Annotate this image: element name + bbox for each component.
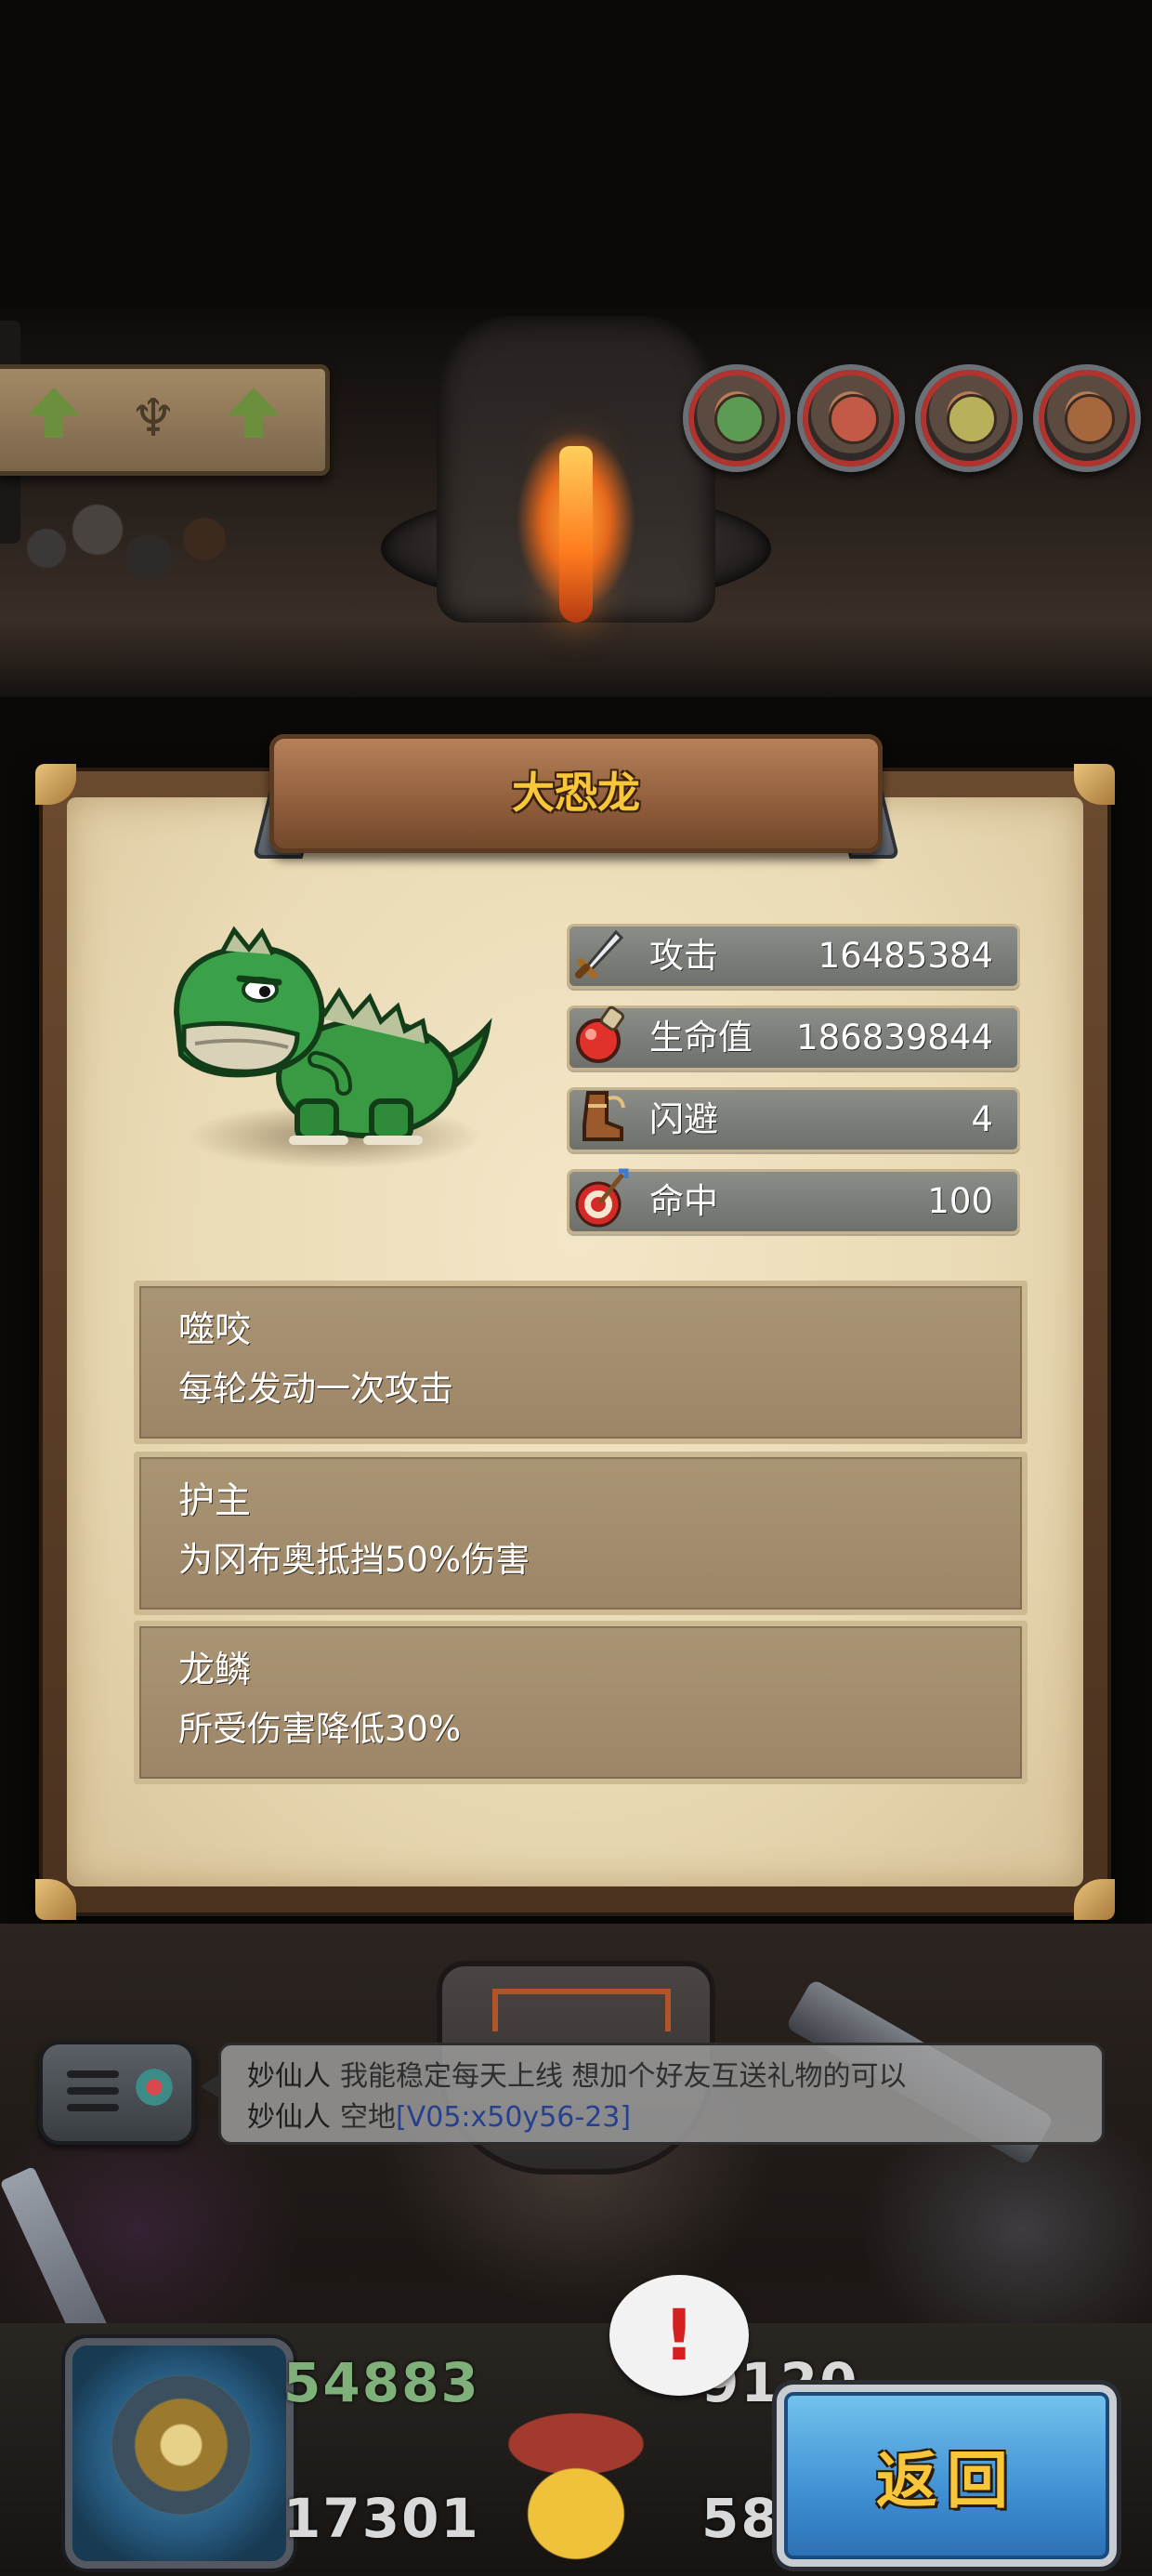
- boot-icon: [571, 1083, 631, 1150]
- player-avatar[interactable]: [474, 2388, 678, 2574]
- hero-portrait-1[interactable]: [683, 364, 791, 472]
- chat-text: 我能稳定每天上线 想加个好友互送礼物的可以: [340, 2060, 907, 2093]
- chat-message: 妙仙人 我能稳定每天上线 想加个好友互送礼物的可以: [247, 2053, 907, 2094]
- chat-text: 空地: [340, 2101, 396, 2134]
- skill-box: 护主 为冈布奥抵挡50%伤害: [134, 1452, 1028, 1615]
- stat-attack: 攻击 16485384: [567, 924, 1020, 989]
- skill-name: 龙鳞: [178, 1649, 252, 1691]
- green-dinosaur-icon: [173, 926, 492, 1145]
- target-icon: [571, 1164, 631, 1231]
- skill-box: 龙鳞 所受伤害降低30%: [134, 1621, 1028, 1784]
- chat-sender: 妙仙人: [247, 2101, 331, 2134]
- stat-value: 16485384: [818, 936, 993, 976]
- creature-name: 大恐龙: [512, 768, 640, 818]
- up-arrow-icon: [28, 388, 80, 438]
- skill-description: 为冈布奥抵挡50%伤害: [178, 1540, 530, 1580]
- hero-face-icon: [829, 394, 879, 444]
- hero-face-icon: [947, 394, 997, 444]
- stat-hp: 生命值 186839844: [567, 1005, 1020, 1071]
- hero-portrait-4[interactable]: [1033, 364, 1141, 472]
- resource-counter: 54883: [283, 2351, 480, 2414]
- up-arrow-icon: [228, 388, 280, 438]
- stat-label: 生命值: [649, 1018, 753, 1058]
- stat-dodge: 闪避 4: [567, 1087, 1020, 1152]
- chat-location-link[interactable]: [V05:x50y56-23]: [396, 2101, 631, 2134]
- resource-counter: 58: [701, 2487, 780, 2550]
- speaker-grille: [67, 2104, 119, 2111]
- hero-portrait-2[interactable]: [797, 364, 905, 472]
- hero-face-icon: [714, 394, 765, 444]
- speaker-grille: [67, 2070, 119, 2078]
- compass-icon: [111, 2375, 251, 2515]
- emblem-pattern: [492, 1989, 671, 2031]
- stat-label: 攻击: [649, 936, 718, 976]
- speaker-grille: [67, 2087, 119, 2095]
- stat-value: 100: [927, 1181, 993, 1221]
- skill-description: 所受伤害降低30%: [178, 1709, 462, 1749]
- potion-icon: [571, 1001, 631, 1068]
- exclamation-icon: !: [662, 2293, 696, 2376]
- stat-label: 闪避: [649, 1099, 718, 1139]
- return-button[interactable]: 返回: [777, 2385, 1117, 2567]
- skill-description: 每轮发动一次攻击: [178, 1369, 453, 1409]
- skill-name: 噬咬: [178, 1309, 252, 1351]
- stat-value: 186839844: [796, 1018, 993, 1058]
- stat-value: 4: [971, 1099, 993, 1139]
- radio-knob-icon: [136, 2069, 173, 2106]
- chat-message-box[interactable]: 妙仙人 我能稳定每天上线 想加个好友互送礼物的可以 妙仙人 空地[V05:x50y5…: [201, 2043, 1105, 2145]
- chat-sender: 妙仙人: [247, 2060, 331, 2093]
- rubble-pile: [9, 465, 251, 613]
- chat-radio-button[interactable]: [39, 2041, 195, 2145]
- candelabra-icon: ♆: [129, 388, 177, 449]
- sword-icon: [571, 919, 631, 986]
- stat-label: 命中: [649, 1181, 718, 1221]
- skill-name: 护主: [178, 1480, 252, 1522]
- hero-portrait-3[interactable]: [915, 364, 1023, 472]
- skill-box: 噬咬 每轮发动一次攻击: [134, 1281, 1028, 1444]
- molten-metal-stream: [559, 446, 593, 623]
- stat-hit: 命中 100: [567, 1168, 1020, 1234]
- upgrade-sign[interactable]: ♆: [0, 364, 330, 476]
- resource-counter: 17301: [283, 2487, 480, 2550]
- chat-message: 妙仙人 空地[V05:x50y56-23]: [247, 2094, 631, 2135]
- alert-bubble[interactable]: !: [609, 2275, 749, 2396]
- hero-face-icon: [1065, 394, 1115, 444]
